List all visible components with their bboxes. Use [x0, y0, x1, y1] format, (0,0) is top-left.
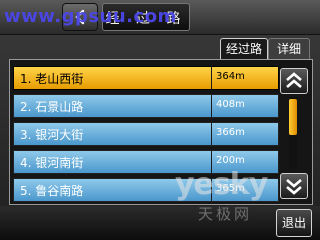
road-name: 3. 银河大街: [20, 128, 84, 142]
road-distance: 200m: [216, 155, 245, 166]
road-distance: 408m: [216, 99, 245, 110]
list-item[interactable]: 1. 老山西街 364m: [13, 66, 279, 90]
scroll-thumb[interactable]: [289, 99, 297, 135]
watermark-logo-cn: 天极网: [198, 205, 253, 223]
list-item[interactable]: 2. 石景山路 408m: [13, 94, 279, 118]
double-chevron-down-icon: [286, 179, 302, 195]
watermark-top: www.gpsuu.com: [4, 6, 177, 27]
navigation-screen: 经 过 路 www.gpsuu.com 经过路 详细 1. 老山西街 364m …: [0, 0, 320, 240]
title-bar: 经 过 路 www.gpsuu.com: [0, 0, 320, 35]
route-list: 1. 老山西街 364m 2. 石景山路 408m 3. 银河大街 366m 4…: [9, 59, 313, 205]
bottom-bar: [0, 206, 320, 240]
divider: [211, 67, 212, 89]
road-name: 2. 石景山路: [20, 100, 84, 114]
scroll-down-button[interactable]: [280, 173, 308, 199]
exit-button[interactable]: 退出: [276, 209, 312, 237]
road-distance: 366m: [216, 127, 245, 138]
divider: [211, 123, 212, 145]
road-distance: 364m: [216, 71, 245, 82]
list-item[interactable]: 3. 银河大街 366m: [13, 122, 279, 146]
scroll-up-button[interactable]: [280, 68, 308, 94]
double-chevron-up-icon: [286, 72, 302, 88]
tab-detail[interactable]: 详细: [268, 38, 310, 59]
watermark-logo: yesky: [175, 167, 268, 202]
divider: [211, 95, 212, 117]
tab-route[interactable]: 经过路: [220, 38, 268, 59]
road-name: 1. 老山西街: [20, 72, 84, 86]
